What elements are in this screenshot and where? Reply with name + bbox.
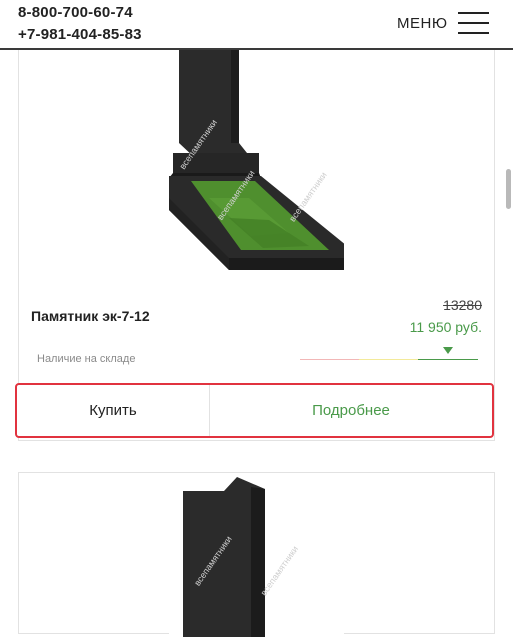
product-title[interactable]: Памятник эк-7-12 xyxy=(31,308,150,324)
stock-status: Наличие на складе xyxy=(37,353,136,365)
stock-level-marker-icon xyxy=(443,347,453,354)
hamburger-menu-icon[interactable] xyxy=(458,12,489,36)
action-buttons: Купить Подробнее xyxy=(15,383,494,438)
phone-primary[interactable]: 8-800-700-60-74 xyxy=(18,4,133,21)
details-button[interactable]: Подробнее xyxy=(210,385,492,436)
menu-label[interactable]: МЕНЮ xyxy=(397,15,448,32)
product-card: всепамятники всепамятники всепамятники П… xyxy=(18,30,495,441)
old-price: 13280 xyxy=(443,297,482,313)
phone-secondary[interactable]: +7-981-404-85-83 xyxy=(18,26,142,43)
page-scrollbar[interactable] xyxy=(503,48,513,614)
scrollbar-thumb[interactable] xyxy=(506,169,511,209)
product-card: всепамятники всепамятники xyxy=(18,472,495,637)
buy-button[interactable]: Купить xyxy=(17,385,209,436)
product-image[interactable]: всепамятники всепамятники xyxy=(169,477,344,637)
current-price: 11 950 руб. xyxy=(409,319,482,335)
site-header: 8-800-700-60-74 +7-981-404-85-83 МЕНЮ xyxy=(0,0,513,50)
stock-level-bar xyxy=(300,359,478,361)
product-image[interactable]: всепамятники всепамятники всепамятники xyxy=(169,48,344,278)
